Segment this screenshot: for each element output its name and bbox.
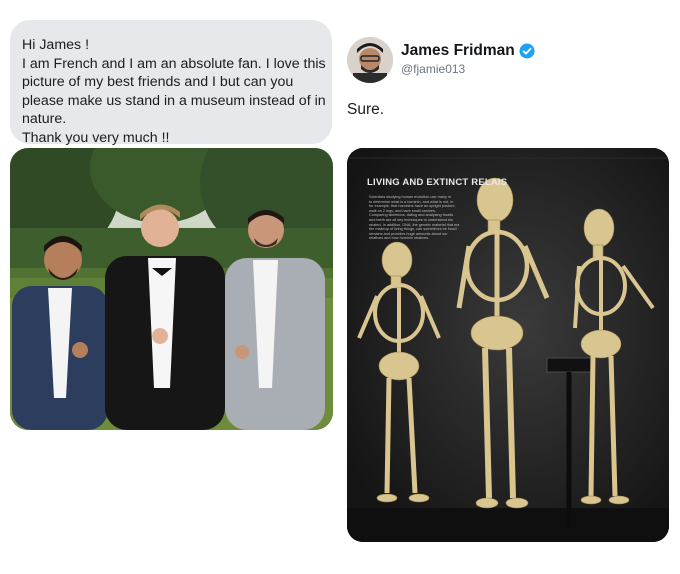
- author-avatar[interactable]: [347, 37, 393, 83]
- author-name[interactable]: James Fridman: [401, 42, 535, 60]
- original-photo[interactable]: [10, 148, 333, 430]
- avatar-portrait-illustration: [347, 37, 393, 83]
- panel-text-line: relatives and how hominin relatives.: [369, 236, 430, 241]
- request-line: nature.: [22, 111, 67, 128]
- request-message-bubble: Hi James ! I am French and I am an absol…: [10, 20, 332, 146]
- panel-text-line: and teeth are all key techniques to unde…: [369, 217, 453, 222]
- reply-text: Sure.: [347, 101, 385, 118]
- verified-badge-icon: [519, 43, 535, 59]
- request-line: I am French and I am an absolute fan. I …: [22, 55, 326, 72]
- museum-panel-text: Scientists studying human evolution use …: [369, 195, 459, 241]
- author-name-text: James Fridman: [401, 42, 515, 59]
- request-line: picture of my best friends and I but can…: [22, 74, 294, 91]
- request-line: Thank you very much !!: [22, 129, 170, 146]
- author-handle[interactable]: @fjamie013: [401, 62, 465, 76]
- panel-text-line: Scientists studying human evolution use …: [369, 195, 452, 199]
- request-line: please make us stand in a museum instead…: [22, 92, 326, 109]
- request-line: Hi James !: [22, 37, 90, 53]
- museum-panel-title: LIVING AND EXTINCT RELAIS: [367, 177, 508, 188]
- friends-in-park-illustration: [10, 148, 333, 430]
